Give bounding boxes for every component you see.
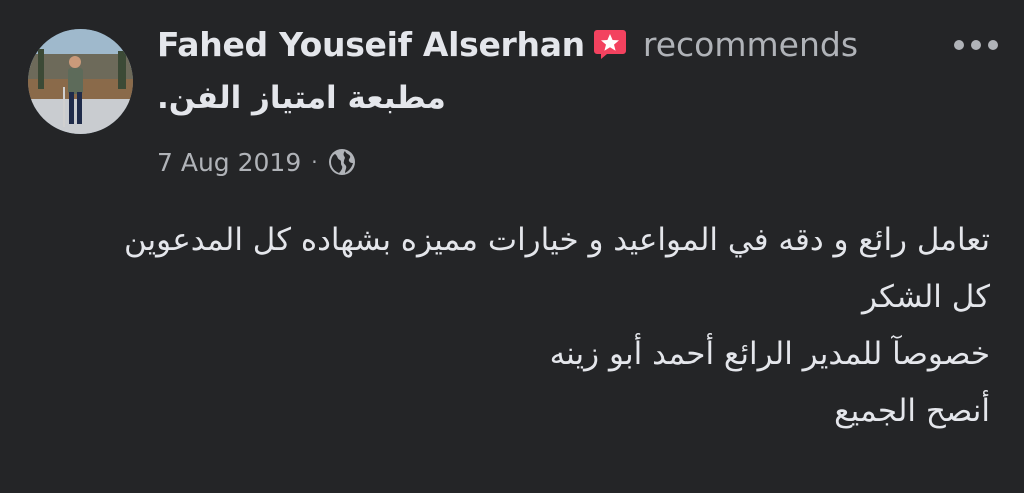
post-meta: 7 Aug 2019 · (157, 146, 356, 178)
author-avatar[interactable] (28, 29, 133, 134)
post-text-line: خصوصآ للمدير الرائع أحمد أبو زينه (549, 336, 990, 372)
post-header: Fahed Youseif Alserhan recommends (157, 22, 858, 66)
more-dot (971, 40, 981, 50)
post-card: Fahed Youseif Alserhan recommends مطبعة … (0, 0, 1024, 493)
more-dot (954, 40, 964, 50)
globe-icon[interactable] (328, 148, 356, 176)
avatar-photo (28, 29, 133, 134)
post-body: تعامل رائع و دقه في المواعيد و خيارات مم… (60, 212, 990, 440)
more-options-icon[interactable] (954, 40, 998, 50)
post-text-line: أنصح الجميع (834, 393, 990, 429)
meta-separator: · (311, 150, 318, 174)
post-text-line: تعامل رائع و دقه في المواعيد و خيارات مم… (123, 222, 990, 258)
recommends-label: recommends (642, 24, 859, 64)
post-text-line: كل الشكر (861, 279, 990, 315)
recommended-page-name[interactable]: مطبعة امتياز الفن. (157, 80, 457, 116)
more-dot (988, 40, 998, 50)
author-name[interactable]: Fahed Youseif Alserhan (157, 25, 585, 64)
recommend-star-badge-icon (593, 27, 627, 61)
post-date[interactable]: 7 Aug 2019 (157, 148, 301, 177)
